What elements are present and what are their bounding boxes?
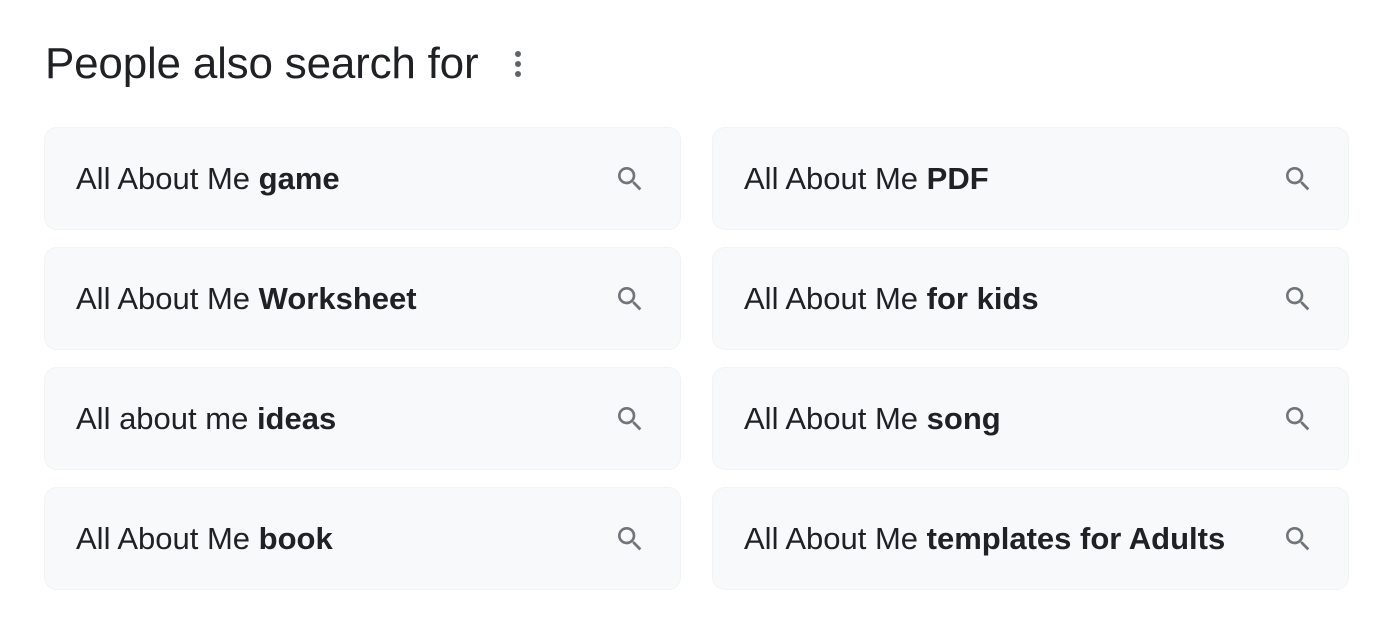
suggestion-prefix: All About Me — [744, 280, 927, 316]
suggestion-prefix: All about me — [76, 400, 257, 436]
suggestion-prefix: All About Me — [744, 520, 927, 556]
suggestion-label: All About Me templates for Adults — [744, 519, 1225, 559]
suggestion-prefix: All About Me — [76, 160, 259, 196]
suggestion-chip[interactable]: All About Me game — [45, 128, 680, 229]
suggestion-chip[interactable]: All About Me book — [45, 488, 680, 589]
more-options-button[interactable] — [506, 36, 530, 92]
suggestion-keyword: book — [258, 520, 333, 556]
search-icon — [1282, 403, 1314, 435]
search-icon — [614, 283, 646, 315]
suggestion-chip[interactable]: All About Me Worksheet — [45, 248, 680, 349]
suggestion-prefix: All About Me — [76, 280, 259, 316]
suggestion-keyword: Worksheet — [258, 280, 417, 316]
suggestion-chip[interactable]: All About Me templates for Adults — [713, 488, 1348, 589]
suggestion-label: All About Me for kids — [744, 279, 1039, 319]
search-icon — [1282, 163, 1314, 195]
section-title: People also search for — [45, 39, 479, 88]
suggestion-label: All About Me book — [76, 519, 333, 559]
suggestion-keyword: PDF — [926, 160, 989, 196]
suggestion-label: All About Me Worksheet — [76, 279, 417, 319]
search-icon — [614, 403, 646, 435]
suggestion-keyword: game — [258, 160, 340, 196]
suggestion-label: All About Me PDF — [744, 159, 989, 199]
more-vert-icon — [515, 51, 522, 77]
suggestion-prefix: All About Me — [744, 160, 927, 196]
suggestion-keyword: ideas — [256, 400, 337, 436]
suggestion-chip[interactable]: All about me ideas — [45, 368, 680, 469]
suggestion-keyword: templates for Adults — [926, 520, 1226, 556]
search-icon — [614, 163, 646, 195]
suggestion-chip[interactable]: All About Me PDF — [713, 128, 1348, 229]
suggestion-prefix: All About Me — [744, 400, 927, 436]
suggestion-chip[interactable]: All About Me for kids — [713, 248, 1348, 349]
section-header: People also search for — [45, 36, 530, 92]
search-icon — [614, 523, 646, 555]
search-icon — [1282, 283, 1314, 315]
suggestions-grid: All About Me game All About Me PDF All A… — [45, 128, 1348, 589]
search-icon — [1282, 523, 1314, 555]
suggestion-label: All about me ideas — [76, 399, 336, 439]
suggestion-chip[interactable]: All About Me song — [713, 368, 1348, 469]
suggestion-keyword: for kids — [926, 280, 1039, 316]
suggestion-label: All About Me song — [744, 399, 1001, 439]
suggestion-keyword: song — [926, 400, 1001, 436]
suggestion-label: All About Me game — [76, 159, 340, 199]
suggestion-prefix: All About Me — [76, 520, 259, 556]
